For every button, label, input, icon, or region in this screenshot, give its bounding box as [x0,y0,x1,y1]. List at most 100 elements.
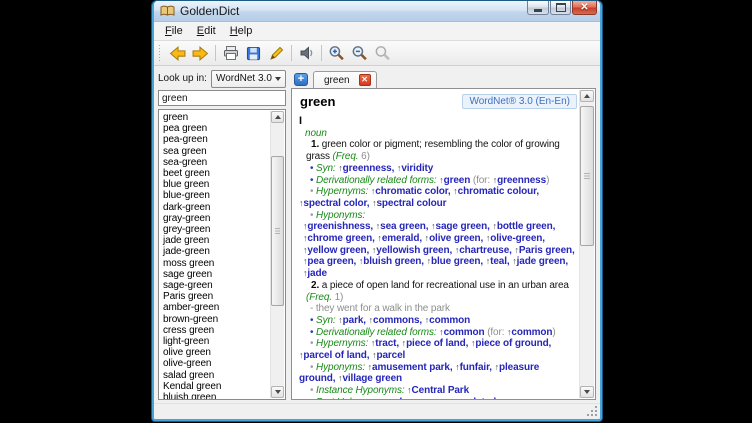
list-item[interactable]: Paris green [159,291,271,302]
article-link[interactable]: greenishness, [307,221,373,232]
list-item[interactable]: blue-green [159,190,271,201]
list-item[interactable]: dark-green [159,202,271,213]
back-button[interactable] [166,43,189,63]
toolbar-drag-handle[interactable] [158,45,162,61]
search-input[interactable] [158,90,286,106]
article-link[interactable]: green [444,175,471,186]
article-link[interactable]: pea green, [307,256,356,267]
list-item[interactable]: beet green [159,168,271,179]
list-item[interactable]: sea green [159,146,271,157]
article-link[interactable]: Central Park [412,385,469,396]
list-item[interactable]: cress green [159,325,271,336]
article-link[interactable]: funfair, [460,362,492,373]
article-link[interactable]: blue green, [431,256,483,267]
scrollbar-thumb[interactable] [271,156,284,306]
list-item[interactable]: salad green [159,370,271,381]
add-tab-button[interactable] [294,73,308,86]
menu-edit[interactable]: Edit [190,23,223,39]
list-item[interactable]: amber-green [159,302,271,313]
forward-button[interactable] [189,43,212,63]
maximize-button[interactable] [550,1,571,15]
article-link[interactable]: yellowish green, [376,245,452,256]
scroll-up-button[interactable] [271,111,284,123]
pronounce-button[interactable] [295,43,318,63]
list-item[interactable]: sage-green [159,280,271,291]
scroll-down-button[interactable] [271,386,284,398]
article-link[interactable]: jade green, [517,256,568,267]
list-item[interactable]: light-green [159,336,271,347]
article-link[interactable]: chromatic color, [375,186,450,197]
article-link[interactable]: tract, [375,338,399,349]
article-link[interactable]: parcel of land, [303,350,369,361]
list-item[interactable]: bluish green [159,392,271,400]
list-item[interactable]: grey-green [159,224,271,235]
list-item[interactable]: green [159,112,271,123]
article-link[interactable]: greenness, [343,163,395,174]
article-link[interactable]: viridity [401,163,433,174]
article-link[interactable]: Paris green, [519,245,575,256]
article-link[interactable]: urban area, [390,397,443,400]
zoom-in-button[interactable] [325,43,348,63]
list-item[interactable]: sea-green [159,157,271,168]
print-button[interactable] [219,43,242,63]
article-link[interactable]: bluish green, [363,256,424,267]
resize-grip[interactable] [588,407,598,417]
list-item[interactable]: moss green [159,258,271,269]
list-item[interactable]: olive-green [159,358,271,369]
article-link[interactable]: yellow green, [307,245,369,256]
menu-file[interactable]: File [158,23,190,39]
article-link[interactable]: populated area [449,397,518,400]
zoom-reset-button[interactable] [371,43,394,63]
article-link[interactable]: chromatic colour, [458,186,539,197]
menu-help[interactable]: Help [223,23,260,39]
article-link[interactable]: amusement park, [372,362,452,373]
scroll-down-button[interactable] [580,386,594,398]
scrollbar-thumb[interactable] [580,106,594,246]
article-link[interactable]: chrome green, [307,233,374,244]
tab-close-button[interactable] [359,74,371,86]
article-link[interactable]: parcel [376,350,405,361]
list-item[interactable]: jade-green [159,246,271,257]
article-link[interactable]: emerald, [382,233,422,244]
title-bar[interactable]: GoldenDict ✕ [154,1,600,22]
article-link[interactable]: teal, [490,256,509,267]
article-link[interactable]: park, [343,315,366,326]
list-item[interactable]: pea-green [159,134,271,145]
article-link[interactable]: common [429,315,470,326]
list-item[interactable]: pea green [159,123,271,134]
article-scrollbar[interactable] [579,90,594,398]
article-link[interactable]: common [511,327,552,338]
word-list-scrollbar[interactable] [270,111,284,398]
article-link[interactable]: olive green, [429,233,483,244]
list-item[interactable]: jade green [159,235,271,246]
article-link[interactable]: greenness [497,175,546,186]
article-link[interactable]: piece of ground, [475,338,551,349]
article-link[interactable]: jade [307,268,327,279]
article-link[interactable]: village green [342,373,402,384]
article-link[interactable]: commons, [373,315,422,326]
list-item[interactable]: gray-green [159,213,271,224]
article-link[interactable]: piece of land, [406,338,468,349]
article-link[interactable]: sage green, [436,221,490,232]
edit-article-button[interactable] [265,43,288,63]
minimize-button[interactable] [527,1,549,15]
article-link[interactable]: bottle green, [497,221,555,232]
list-item[interactable]: blue green [159,179,271,190]
article-link[interactable]: common [444,327,485,338]
list-item[interactable]: Kendal green [159,381,271,392]
tab-green[interactable]: green [313,71,377,88]
list-item[interactable]: brown-green [159,314,271,325]
close-button[interactable]: ✕ [572,1,597,15]
article-link[interactable]: chartreuse, [459,245,512,256]
article-link[interactable]: spectral colour [376,198,446,209]
article-link[interactable]: olive-green, [490,233,545,244]
save-button[interactable] [242,43,265,63]
list-item[interactable]: sage green [159,269,271,280]
article-link[interactable]: spectral color, [303,198,369,209]
dictionary-badge[interactable]: WordNet® 3.0 (En-En) [462,94,577,109]
article-link[interactable]: sea green, [380,221,428,232]
zoom-out-button[interactable] [348,43,371,63]
dictionary-group-select[interactable]: WordNet 3.0 [211,70,286,88]
scroll-up-button[interactable] [580,90,594,102]
list-item[interactable]: olive green [159,347,271,358]
